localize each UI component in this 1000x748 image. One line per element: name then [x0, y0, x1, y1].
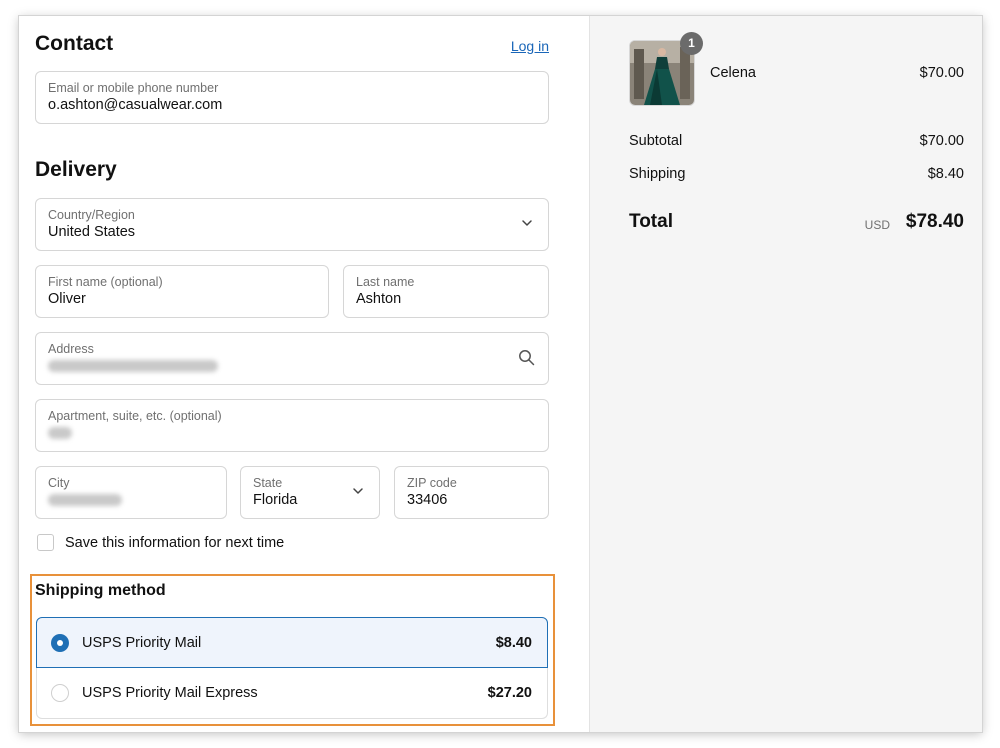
shipping-label: Shipping	[629, 166, 686, 182]
city-field[interactable]: City	[35, 466, 227, 519]
product-name: Celena	[710, 65, 756, 81]
login-link[interactable]: Log in	[511, 38, 549, 54]
last-name-field[interactable]: Last name Ashton	[343, 265, 549, 318]
shipping-option-express[interactable]: USPS Priority Mail Express $27.20	[36, 668, 548, 719]
save-info-checkbox[interactable]	[37, 534, 54, 551]
first-name-label: First name (optional)	[48, 275, 163, 289]
subtotal-value: $70.00	[919, 133, 964, 149]
city-label: City	[48, 476, 70, 490]
chevron-down-icon	[520, 216, 534, 230]
quantity-badge: 1	[680, 32, 703, 55]
state-label: State	[253, 476, 283, 490]
last-name-label: Last name	[356, 275, 415, 289]
shipping-value: $8.40	[927, 166, 964, 182]
total-value: $78.40	[905, 211, 964, 232]
email-label: Email or mobile phone number	[48, 81, 219, 95]
total-label: Total	[629, 211, 673, 232]
currency-code: USD	[864, 218, 890, 232]
contact-heading: Contact	[35, 32, 114, 55]
zip-field[interactable]: ZIP code 33406	[394, 466, 549, 519]
chevron-down-icon	[351, 484, 365, 498]
country-label: Country/Region	[48, 208, 135, 222]
shipping-option-label: USPS Priority Mail Express	[82, 685, 258, 701]
zip-label: ZIP code	[407, 476, 457, 490]
shipping-method-heading: Shipping method	[35, 582, 166, 599]
checkout-form: Contact Log in Email or mobile phone num…	[19, 16, 589, 732]
address-value-blurred	[48, 360, 218, 372]
apartment-label: Apartment, suite, etc. (optional)	[48, 409, 222, 423]
radio-selected-icon[interactable]	[51, 634, 69, 652]
state-value: Florida	[253, 492, 298, 508]
address-field[interactable]: Address	[35, 332, 549, 385]
last-name-value: Ashton	[356, 291, 402, 307]
subtotal-label: Subtotal	[629, 133, 683, 149]
order-summary: 1 Celena $70.00 Subtotal $70.00 Shipping…	[589, 16, 982, 732]
product-price: $70.00	[919, 65, 964, 81]
apartment-field[interactable]: Apartment, suite, etc. (optional)	[35, 399, 549, 452]
shipping-option-priority[interactable]: USPS Priority Mail $8.40	[36, 617, 548, 668]
first-name-field[interactable]: First name (optional) Oliver	[35, 265, 329, 318]
checkout-window: Contact Log in Email or mobile phone num…	[19, 16, 982, 732]
zip-value: 33406	[407, 492, 448, 508]
delivery-heading: Delivery	[35, 158, 117, 181]
radio-unselected-icon[interactable]	[51, 684, 69, 702]
address-label: Address	[48, 342, 94, 356]
email-field[interactable]: Email or mobile phone number o.ashton@ca…	[35, 71, 549, 124]
first-name-value: Oliver	[48, 291, 86, 307]
save-info-label: Save this information for next time	[65, 535, 285, 551]
shipping-option-price: $27.20	[487, 685, 532, 701]
apartment-value-blurred	[48, 427, 72, 439]
state-select[interactable]: State Florida	[240, 466, 380, 519]
country-value: United States	[48, 224, 136, 240]
city-value-blurred	[48, 494, 122, 506]
email-value: o.ashton@casualwear.com	[48, 97, 223, 113]
country-select[interactable]: Country/Region United States	[35, 198, 549, 251]
shipping-option-price: $8.40	[495, 635, 532, 651]
shipping-option-label: USPS Priority Mail	[82, 635, 202, 651]
search-icon[interactable]	[518, 349, 535, 366]
